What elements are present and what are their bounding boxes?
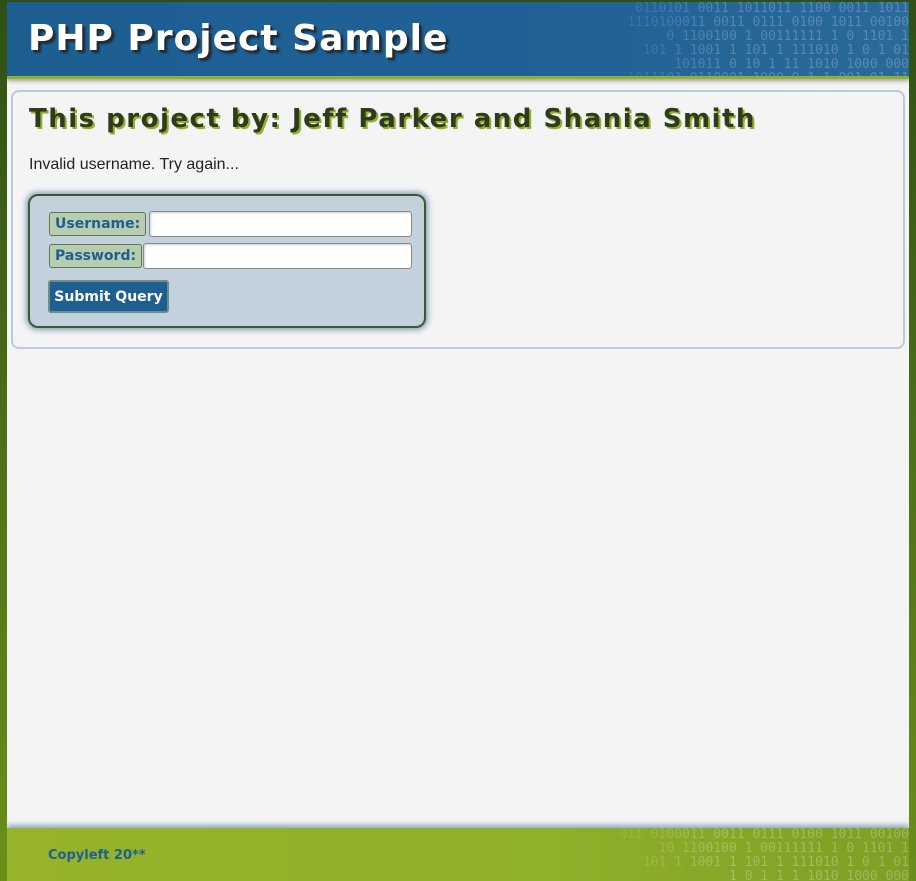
copyright-text: Copyleft 20** <box>48 848 146 863</box>
login-form: Username: Password: Submit Query <box>28 194 426 328</box>
binary-pattern-decoration: 0110101 0011 1011011 1100 0011 1011 1110… <box>627 2 909 76</box>
password-input[interactable] <box>143 243 412 269</box>
username-input[interactable] <box>149 211 412 237</box>
site-title: PHP Project Sample <box>28 18 449 59</box>
content-panel: This project by: Jeff Parker and Shania … <box>11 90 905 349</box>
site-footer: 011 0100011 0011 0111 0100 1011 00100 10… <box>7 828 909 881</box>
browser-frame: 0110101 0011 1011011 1100 0011 1011 1110… <box>0 0 916 881</box>
submit-query-button[interactable]: Submit Query <box>48 280 169 313</box>
page: 0110101 0011 1011011 1100 0011 1011 1110… <box>7 2 909 881</box>
site-header: 0110101 0011 1011011 1100 0011 1011 1110… <box>7 2 909 79</box>
username-label: Username: <box>49 212 147 236</box>
password-label: Password: <box>49 244 143 268</box>
error-message: Invalid username. Try again... <box>29 156 239 173</box>
project-title: This project by: Jeff Parker and Shania … <box>29 104 756 134</box>
binary-pattern-decoration: 011 0100011 0011 0111 0100 1011 00100 10… <box>619 828 909 881</box>
